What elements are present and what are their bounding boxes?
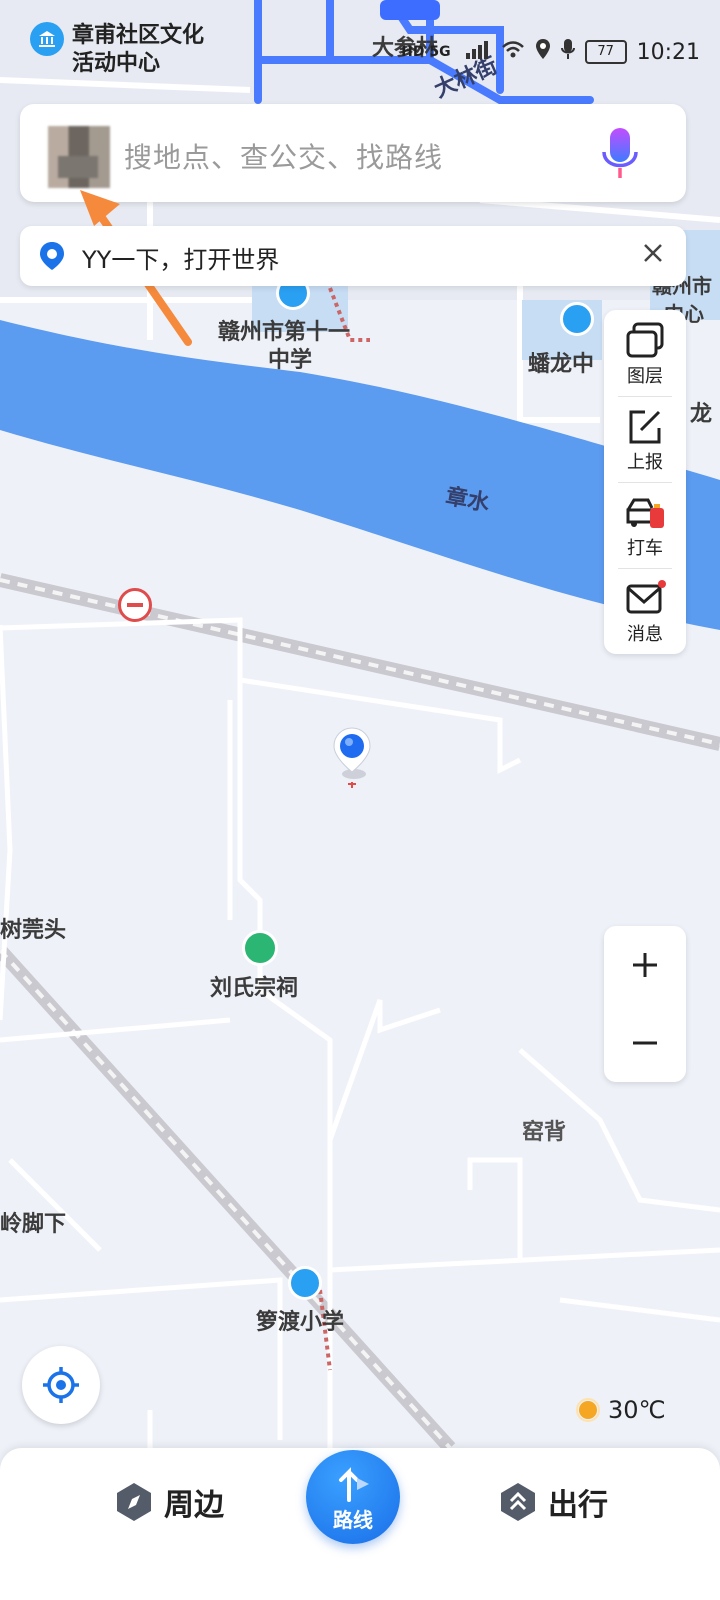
place-label-yaobei[interactable]: 窑背 <box>522 1114 566 1146</box>
museum-icon <box>30 22 64 56</box>
avatar[interactable] <box>48 126 110 188</box>
battery-icon: 77 <box>584 40 627 64</box>
place-label-lingjiaoxia[interactable]: 岭脚下 <box>0 1206 66 1238</box>
messages-button[interactable]: 消息 <box>604 568 686 654</box>
report-button[interactable]: 上报 <box>604 396 686 482</box>
current-location-marker-icon[interactable] <box>332 726 372 788</box>
minus-icon <box>633 1041 657 1045</box>
route-arrow-icon <box>339 1466 369 1502</box>
layers-button[interactable]: 图层 <box>604 310 686 396</box>
school-pin-icon[interactable] <box>288 1266 322 1300</box>
map-pin-icon <box>36 240 68 272</box>
chevrons-up-icon <box>501 1483 535 1521</box>
status-poi-line2: 活动中心 <box>72 51 161 76</box>
signal-icon <box>465 39 491 65</box>
network-indicator: HD 5G <box>401 44 451 60</box>
sun-icon <box>576 1398 600 1422</box>
layers-icon <box>626 322 664 358</box>
poi-label-school11-line2[interactable]: 中学 <box>268 342 312 374</box>
side-toolbar: 图层 上报 打车 消息 <box>604 310 686 654</box>
banner-text: YY一下，打开世界 <box>82 246 280 274</box>
school-pin-icon[interactable] <box>560 302 594 336</box>
promo-banner[interactable]: YY一下，打开世界 <box>20 226 686 286</box>
report-label: 上报 <box>627 452 663 473</box>
battery-level: 77 <box>597 44 614 59</box>
nearby-button[interactable]: 周边 <box>114 1480 224 1524</box>
taxi-button[interactable]: 打车 <box>604 482 686 568</box>
search-input[interactable]: 搜地点、查公交、找路线 <box>124 136 443 176</box>
place-label-shuwantou[interactable]: 树莞头 <box>0 912 66 944</box>
zoom-in-button[interactable] <box>604 926 686 1004</box>
taxi-icon <box>626 498 664 528</box>
route-label: 路线 <box>333 1507 373 1532</box>
mail-icon <box>626 580 666 614</box>
locate-me-button[interactable] <box>22 1346 100 1424</box>
taxi-label: 打车 <box>627 538 663 559</box>
mic-status-icon <box>560 38 575 66</box>
poi-label-luodu-school[interactable]: 箩渡小学 <box>256 1304 344 1336</box>
travel-button[interactable]: 出行 <box>498 1480 608 1524</box>
no-entry-icon[interactable] <box>118 588 152 622</box>
edit-icon <box>629 410 661 444</box>
travel-label: 出行 <box>548 1488 608 1523</box>
poi-label-liushi-temple[interactable]: 刘氏宗祠 <box>210 970 298 1002</box>
crosshair-icon <box>43 1367 79 1403</box>
zoom-out-button[interactable] <box>604 1004 686 1082</box>
wifi-icon <box>501 39 525 65</box>
location-status-icon <box>535 38 551 66</box>
compass-icon <box>117 1483 151 1521</box>
temple-pin-icon[interactable] <box>242 930 278 966</box>
close-icon[interactable] <box>638 238 668 268</box>
weather-widget[interactable]: 30℃ <box>576 1396 666 1424</box>
layers-label: 图层 <box>627 366 663 387</box>
plus-icon <box>633 953 657 977</box>
zoom-control <box>604 926 686 1082</box>
status-bar: 章甫社区文化 活动中心 HD 5G 77 10:21 <box>0 0 720 100</box>
voice-search-icon[interactable] <box>600 126 640 182</box>
route-button[interactable]: 路线 <box>306 1450 400 1544</box>
status-poi-line1: 章甫社区文化 <box>72 23 205 48</box>
poi-label-panlong[interactable]: 蟠龙中 <box>528 346 594 378</box>
status-poi[interactable]: 章甫社区文化 活动中心 <box>30 22 204 78</box>
messages-label: 消息 <box>627 624 663 645</box>
nearby-label: 周边 <box>164 1488 224 1523</box>
clock: 10:21 <box>636 39 700 65</box>
temperature: 30℃ <box>608 1396 666 1424</box>
poi-label-long-partial[interactable]: 龙 <box>690 396 712 428</box>
